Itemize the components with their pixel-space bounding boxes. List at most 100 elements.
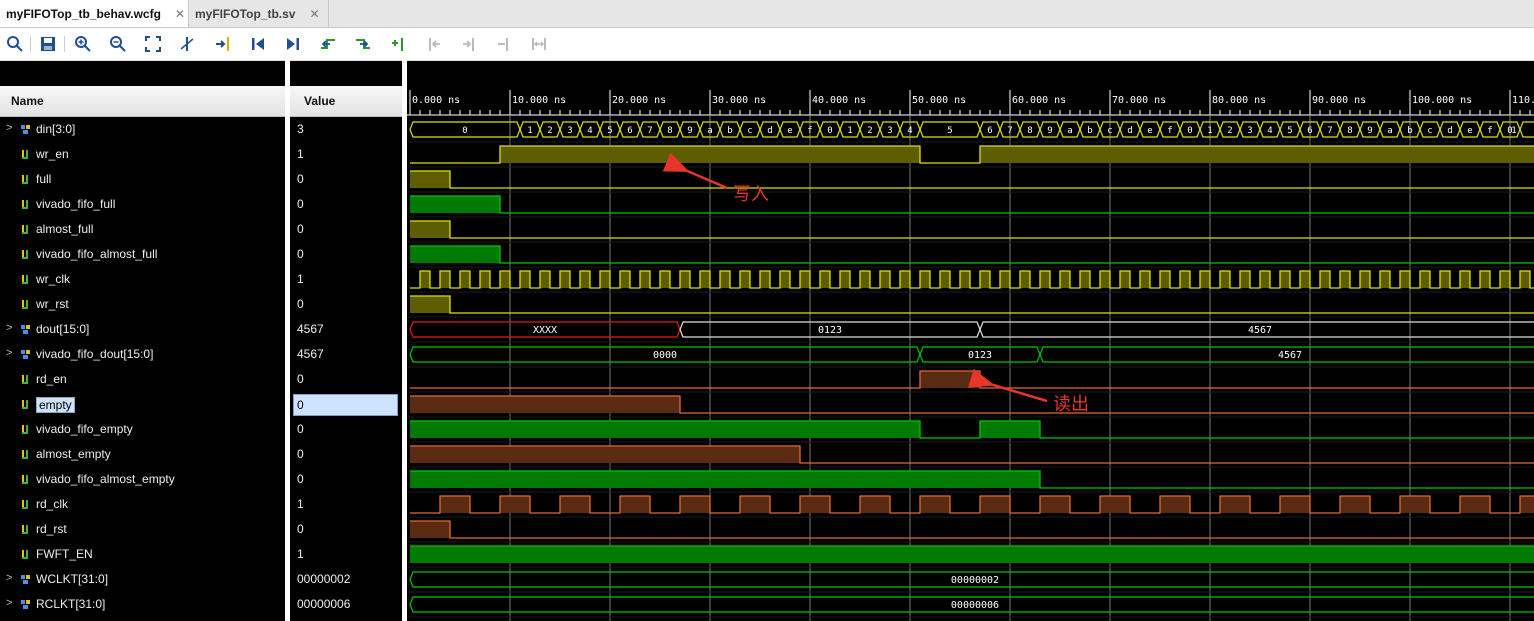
name-column-header[interactable]: Name [0,86,285,117]
signal-row[interactable]: almost_empty [0,442,285,467]
high-fill [1460,271,1470,288]
signal-row[interactable]: vivado_fifo_empty [0,417,285,442]
signal-row[interactable]: rd_clk [0,492,285,517]
signal-value-cell[interactable]: 0 [290,367,402,392]
signal-value-cell[interactable]: 0 [290,517,402,542]
high-fill [620,271,630,288]
signal-row[interactable]: > RCLKT[31:0] [0,592,285,617]
cursor-icon[interactable] [177,34,197,54]
chevron-right-icon[interactable]: > [6,322,12,334]
signal-name: FWFT_EN [36,547,93,561]
dout-value-label: 4567 [1248,325,1272,336]
high-fill [980,496,1010,513]
signal-row[interactable]: full [0,167,285,192]
din-value-label: d [767,126,772,136]
signal-value-cell[interactable]: 0 [290,242,402,267]
high-fill [560,496,590,513]
high-fill [900,271,910,288]
din-value-label: 3 [567,126,572,136]
signal-value: 1 [297,497,304,511]
signal-value-cell[interactable]: 0 [290,417,402,442]
high-fill [1220,271,1230,288]
next-transition-icon[interactable] [353,34,373,54]
high-fill [800,496,830,513]
go-to-cursor-icon[interactable] [213,34,233,54]
add-marker-icon[interactable] [389,34,409,54]
close-icon[interactable]: ✕ [309,7,319,21]
save-icon[interactable] [38,34,58,54]
din-value-label: c [1427,126,1432,136]
signal-value-cell[interactable]: 1 [290,267,402,292]
chevron-right-icon[interactable]: > [6,347,12,359]
signal-value-cell[interactable]: 0 [290,167,402,192]
chevron-right-icon[interactable]: > [6,597,12,609]
signal-value-cell[interactable]: 0 [290,192,402,217]
high-fill [1420,271,1430,288]
signal-value-cell[interactable]: 4567 [290,342,402,367]
signal-row[interactable]: rd_en [0,367,285,392]
value-column-header[interactable]: Value [290,86,402,117]
high-fill [440,496,470,513]
signal-row[interactable]: > din[3:0] [0,117,285,142]
signal-value-cell[interactable]: 0 [290,392,402,417]
high-fill [860,496,890,513]
signal-name: wr_en [36,147,69,161]
signal-value-cell[interactable]: 3 [290,117,402,142]
tab-behav-wcfg[interactable]: myFIFOTop_tb_behav.wcfg ✕ [0,0,189,27]
signal-value-cell[interactable]: 0 [290,217,402,242]
signal-row[interactable]: > vivado_fifo_dout[15:0] [0,342,285,367]
signal-value-cell[interactable]: 00000006 [290,592,402,617]
high-fill [1300,271,1310,288]
zoom-fit-icon[interactable] [143,34,163,54]
signal-row[interactable]: vivado_fifo_full [0,192,285,217]
signal-value-cell[interactable]: 1 [290,142,402,167]
signal-value-cell[interactable]: 4567 [290,317,402,342]
din-value-label: 2 [547,126,552,136]
signal-value-cell[interactable]: 1 [290,492,402,517]
signal-name: wr_clk [36,272,71,286]
chevron-right-icon[interactable]: > [6,122,12,134]
signal-value-cell[interactable]: 0 [290,292,402,317]
signal-row[interactable]: wr_en [0,142,285,167]
tab-tb-sv[interactable]: myFIFOTop_tb.sv ✕ [189,0,329,27]
chevron-right-icon[interactable]: > [6,572,12,584]
high-fill [980,146,1534,163]
signal-row[interactable]: empty [0,392,285,417]
signal-value-cell[interactable]: 1 [290,542,402,567]
high-fill [740,271,750,288]
go-to-last-time-icon[interactable] [283,34,303,54]
signal-row[interactable]: wr_rst [0,292,285,317]
high-fill [1140,271,1150,288]
high-fill [1520,271,1530,288]
zoom-out-icon[interactable] [108,34,128,54]
signal-value-cell[interactable]: 0 [290,467,402,492]
signal-row[interactable]: vivado_fifo_almost_full [0,242,285,267]
high-fill [620,496,650,513]
signal-value: 0 [297,447,304,461]
signal-value: 0 [297,222,304,236]
timeline-label: 100.000 ns [1412,95,1472,106]
waveform-canvas[interactable]: 0.000 ns 10.000 ns 20.000 ns 30.000 ns 40.00… [407,60,1534,621]
signal-row[interactable]: wr_clk [0,267,285,292]
search-icon[interactable] [5,34,25,54]
signal-row[interactable]: > WCLKT[31:0] [0,567,285,592]
go-to-time-zero-icon[interactable] [248,34,268,54]
read-annotation: 读出 [1053,394,1089,415]
signal-value: 4567 [297,347,324,361]
signal-row[interactable]: > dout[15:0] [0,317,285,342]
din-value-label: d [1127,126,1132,136]
name-header-label: Name [11,94,44,108]
din-value-label: 0 [462,126,467,136]
bit-signal-icon [22,425,28,434]
signal-value-cell[interactable]: 0 [290,442,402,467]
high-fill [1060,271,1070,288]
close-icon[interactable]: ✕ [175,7,185,21]
signal-row[interactable]: FWFT_EN [0,542,285,567]
previous-transition-icon[interactable] [318,34,338,54]
signal-row[interactable]: almost_full [0,217,285,242]
zoom-in-icon[interactable] [73,34,93,54]
signal-row[interactable]: rd_rst [0,517,285,542]
signal-row[interactable]: vivado_fifo_almost_empty [0,467,285,492]
signal-name: full [36,172,52,186]
signal-value-cell[interactable]: 00000002 [290,567,402,592]
